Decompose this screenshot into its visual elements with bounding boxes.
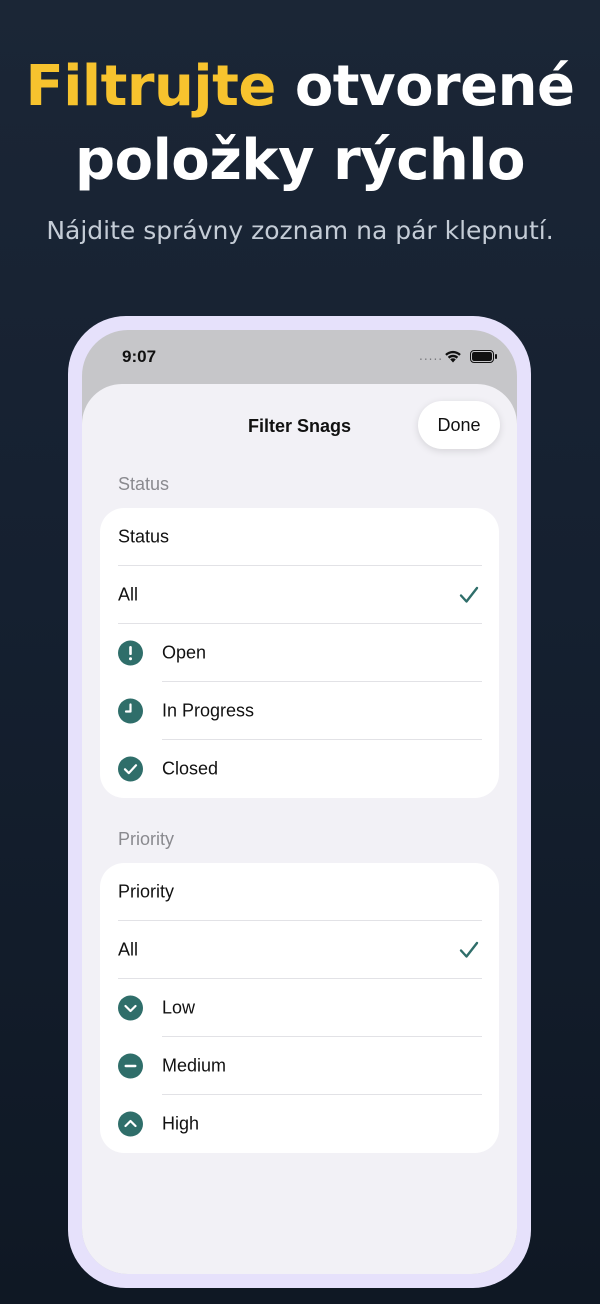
- priority-option-medium[interactable]: Medium: [100, 1037, 499, 1095]
- status-picker-label: Status: [118, 526, 170, 547]
- option-label: All: [118, 584, 139, 605]
- status-bar: 9:07 .....: [82, 330, 517, 384]
- priority-option-high[interactable]: High: [100, 1095, 499, 1153]
- phone-frame: 9:07 ..... Filter Snags Done Status Stat…: [68, 316, 531, 1288]
- option-label: Low: [162, 997, 196, 1018]
- status-option-open[interactable]: Open: [100, 624, 499, 682]
- option-label: High: [162, 1113, 200, 1134]
- headline-rest: otvorené: [275, 54, 575, 119]
- priority-option-low[interactable]: Low: [100, 979, 499, 1037]
- priority-section-header: Priority: [118, 829, 175, 849]
- promo-subtitle: Nájdite správny zoznam na pár klepnutí.: [46, 216, 554, 245]
- phone-screen: 9:07 ..... Filter Snags Done Status Stat…: [82, 330, 517, 1274]
- status-option-in-progress[interactable]: In Progress: [100, 682, 499, 740]
- option-label: Open: [162, 642, 207, 663]
- clock-circle-icon: [118, 698, 143, 724]
- filter-sheet: Filter Snags Done Status Status All Open…: [82, 384, 517, 1274]
- headline-line-1: Filtrujte otvorené: [0, 50, 600, 124]
- priority-option-all[interactable]: All: [100, 921, 499, 979]
- battery-icon: [470, 350, 497, 363]
- minus-circle-icon: [118, 1053, 143, 1079]
- headline-accent: Filtrujte: [25, 54, 276, 119]
- chevron-up-circle-icon: [118, 1111, 143, 1137]
- cellular-signal-icon: .....: [419, 349, 444, 363]
- priority-card: Priority All Low Medium High: [100, 863, 499, 1153]
- status-time: 9:07: [122, 347, 157, 366]
- headline-line-2: položky rýchlo: [75, 128, 525, 193]
- promo-headline: Filtrujte otvorené položky rýchlo: [0, 50, 600, 198]
- checkmark-icon: [459, 941, 479, 958]
- priority-picker-label: Priority: [118, 881, 175, 902]
- option-label: In Progress: [162, 700, 255, 721]
- done-button[interactable]: Done: [418, 401, 500, 449]
- checkmark-icon: [459, 586, 479, 603]
- status-section-header: Status: [118, 474, 170, 494]
- option-label: Medium: [162, 1055, 227, 1076]
- exclamation-circle-icon: [118, 640, 143, 666]
- status-card: Status All Open In Progress Closed: [100, 508, 499, 798]
- option-label: Closed: [162, 758, 219, 779]
- status-picker-row[interactable]: Status: [100, 508, 499, 566]
- wifi-icon: [445, 350, 461, 363]
- option-label: All: [118, 939, 139, 960]
- chevron-down-circle-icon: [118, 995, 143, 1021]
- status-option-closed[interactable]: Closed: [100, 740, 499, 798]
- priority-picker-row[interactable]: Priority: [100, 863, 499, 921]
- status-option-all[interactable]: All: [100, 566, 499, 624]
- checkmark-circle-icon: [118, 756, 143, 782]
